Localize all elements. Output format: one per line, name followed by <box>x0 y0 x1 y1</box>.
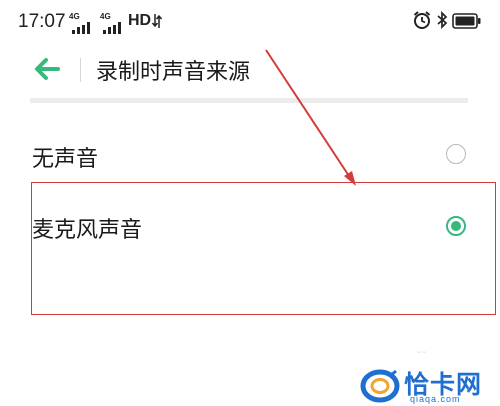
bluetooth-icon <box>437 10 448 30</box>
status-bar: 17:07 4G 4G HD <box>0 0 500 44</box>
option-label: 无声音 <box>32 147 99 172</box>
option-microphone-sound[interactable]: 麦克风声音 <box>0 197 500 257</box>
radio-button-selected[interactable] <box>446 216 466 236</box>
header-divider <box>80 58 81 82</box>
option-no-sound[interactable]: 无声音 <box>0 125 500 185</box>
header-separator <box>30 98 468 103</box>
app-header: 录制时声音来源 <box>0 44 500 98</box>
watermark-url: qiaqa.com <box>410 394 461 404</box>
watermark: 恰卡网 qiaqa.com <box>354 365 500 406</box>
faint-mark: ᵕᵕ <box>417 346 427 360</box>
watermark-logo-icon <box>360 369 400 403</box>
hd-voice-indicator: HD <box>128 12 152 29</box>
radio-button-unselected[interactable] <box>446 144 466 164</box>
battery-icon <box>452 13 481 29</box>
back-arrow-icon <box>35 58 60 80</box>
option-label: 麦克风声音 <box>32 218 143 243</box>
data-activity-icon <box>152 14 162 28</box>
alarm-icon <box>413 11 431 29</box>
back-button[interactable] <box>30 54 64 84</box>
status-time: 17:07 <box>18 11 66 32</box>
page-title: 录制时声音来源 <box>96 60 251 85</box>
